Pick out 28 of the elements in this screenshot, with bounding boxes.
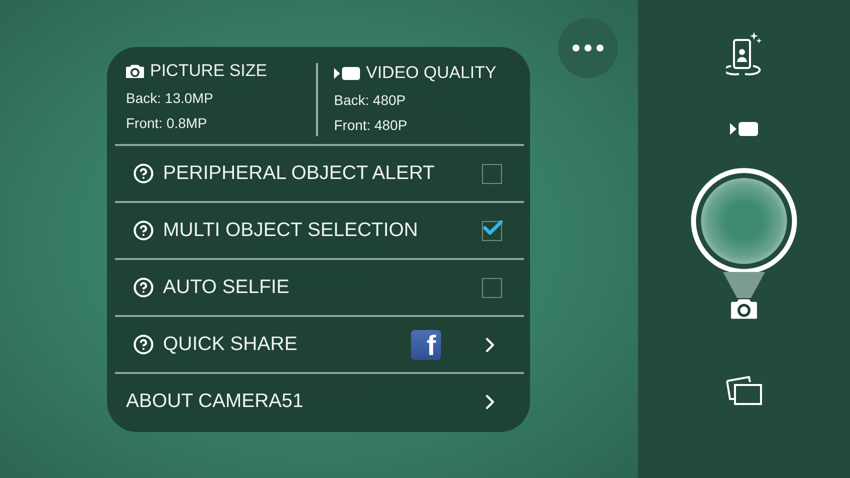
setting-label[interactable]: PERIPHERAL OBJECT ALERT xyxy=(163,162,435,185)
setting-value: Front: 0.8MP xyxy=(126,115,208,131)
help-icon[interactable] xyxy=(133,220,154,241)
setting-value: Back: 13.0MP xyxy=(126,90,214,106)
mode-pointer-icon xyxy=(723,272,765,298)
facebook-logo[interactable]: f xyxy=(411,330,441,360)
camera-icon xyxy=(731,298,757,319)
video-camera-icon xyxy=(730,122,758,136)
setting-label[interactable]: AUTO SELFIE xyxy=(163,276,290,299)
help-icon[interactable] xyxy=(133,334,154,355)
more-icon xyxy=(572,44,604,52)
setting-label[interactable]: MULTI OBJECT SELECTION xyxy=(163,219,418,242)
setting-label[interactable]: ABOUT CAMERA51 xyxy=(126,390,304,413)
checkbox[interactable] xyxy=(482,164,502,184)
setting-value: Back: 480P xyxy=(334,92,407,108)
camera-icon xyxy=(126,64,144,78)
checkbox[interactable] xyxy=(482,220,502,240)
video-mode-button[interactable] xyxy=(730,122,758,136)
checkbox[interactable] xyxy=(482,278,502,298)
photo-mode-button[interactable] xyxy=(731,298,757,319)
setting-value: Front: 480P xyxy=(334,117,408,133)
setting-label[interactable]: QUICK SHARE xyxy=(163,333,298,356)
section-title: PICTURE SIZE xyxy=(150,61,268,81)
section-title: VIDEO QUALITY xyxy=(366,63,496,83)
help-icon[interactable] xyxy=(133,163,154,184)
help-icon[interactable] xyxy=(133,277,154,298)
gallery-icon[interactable] xyxy=(725,374,763,407)
video-camera-icon xyxy=(334,66,360,80)
